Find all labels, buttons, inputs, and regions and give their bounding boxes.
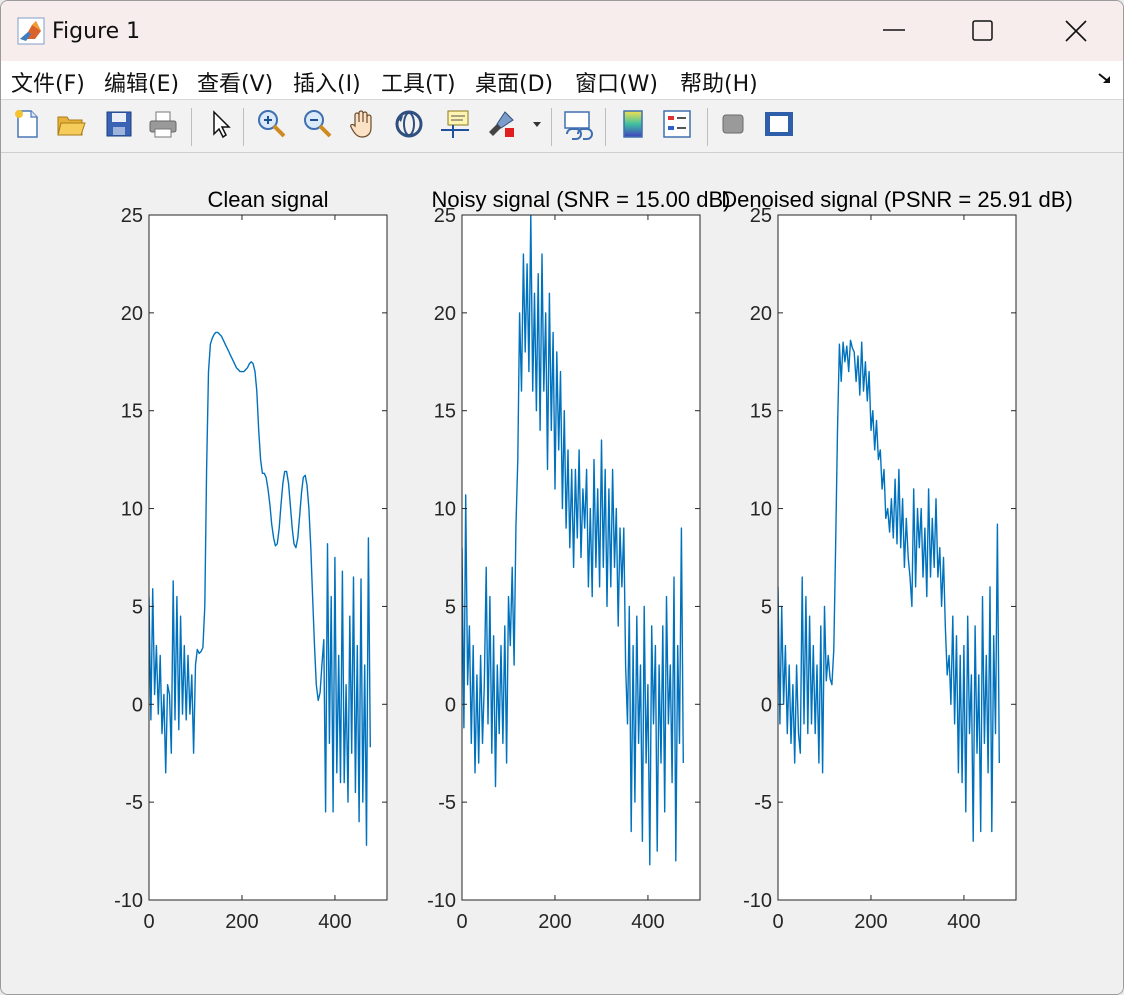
subplot-3: -10-505101520250 200 400 (743, 205, 1017, 933)
show-plot-tools-icon[interactable] (763, 108, 795, 140)
menu-desktop[interactable]: 桌面(D) (475, 66, 553, 98)
subplot-2: -10-505101520250 200 400 (427, 205, 701, 933)
y-tick-label: 20 (434, 303, 456, 325)
toolbar-separator (551, 108, 552, 146)
figure-toolbar (1, 100, 1123, 153)
y-tick-label: 15 (434, 401, 456, 423)
menu-tools[interactable]: 工具(T) (381, 66, 456, 98)
y-tick-label: -5 (438, 792, 456, 814)
print-icon[interactable] (147, 108, 179, 140)
y-tick-label: 10 (434, 499, 456, 521)
x-tick-label: 0 (143, 911, 154, 933)
y-tick-label: 5 (445, 596, 456, 618)
minimize-button[interactable] (871, 9, 917, 53)
y-tick-label: -5 (754, 792, 772, 814)
y-tick-label: 10 (121, 499, 143, 521)
y-tick-label: 20 (121, 303, 143, 325)
y-tick-label: 0 (132, 694, 143, 716)
y-tick-label: 15 (750, 401, 772, 423)
menu-insert[interactable]: 插入(I) (293, 66, 361, 98)
toolbar-separator (707, 108, 708, 146)
x-tick-label: 400 (947, 911, 980, 933)
y-tick-label: 15 (121, 401, 143, 423)
y-tick-label: 10 (750, 499, 772, 521)
pan-hand-icon[interactable] (347, 108, 379, 140)
y-tick-label: 5 (132, 596, 143, 618)
close-button[interactable] (1053, 9, 1099, 53)
colorbar-icon[interactable] (617, 108, 649, 140)
y-tick-label: -10 (427, 890, 456, 912)
title-bar: Figure 1 (1, 1, 1123, 61)
axes-background (149, 215, 387, 900)
x-tick-label: 400 (631, 911, 664, 933)
y-tick-label: -10 (114, 890, 143, 912)
matlab-logo-icon (17, 17, 45, 45)
subplot-title: Clean signal (207, 187, 328, 212)
x-tick-label: 400 (318, 911, 351, 933)
y-tick-label: -10 (743, 890, 772, 912)
menu-view[interactable]: 查看(V) (197, 66, 273, 98)
x-tick-label: 200 (538, 911, 571, 933)
subplot-title: Noisy signal (SNR = 15.00 dB) (432, 187, 731, 212)
x-tick-label: 0 (772, 911, 783, 933)
menu-window[interactable]: 窗口(W) (575, 66, 658, 98)
y-tick-label: 5 (761, 596, 772, 618)
new-figure-icon[interactable] (11, 108, 43, 140)
y-tick-label: 25 (121, 205, 143, 227)
y-tick-label: 0 (445, 694, 456, 716)
menu-bar: 文件(F) 编辑(E) 查看(V) 插入(I) 工具(T) 桌面(D) 窗口(W… (1, 61, 1123, 100)
subplot-title: Denoised signal (PSNR = 25.91 dB) (721, 187, 1073, 212)
save-icon[interactable] (103, 108, 135, 140)
zoom-out-icon[interactable] (301, 108, 333, 140)
toolbar-separator (191, 108, 192, 146)
x-tick-label: 200 (225, 911, 258, 933)
y-tick-label: 0 (761, 694, 772, 716)
x-tick-label: 0 (456, 911, 467, 933)
hide-plot-tools-icon[interactable] (717, 108, 749, 140)
pointer-icon[interactable] (205, 108, 237, 140)
toolbar-separator (605, 108, 606, 146)
window-title: Figure 1 (52, 19, 141, 44)
maximize-button[interactable] (959, 9, 1005, 53)
y-tick-label: -5 (125, 792, 143, 814)
x-tick-label: 200 (854, 911, 887, 933)
link-plot-icon[interactable] (561, 108, 593, 140)
zoom-in-icon[interactable] (255, 108, 287, 140)
subplots: -10-505101520250 200 400-10-505101520250 20… (114, 187, 1073, 933)
legend-icon[interactable] (661, 108, 693, 140)
menu-file[interactable]: 文件(F) (11, 66, 85, 98)
brush-dropdown-arrow-icon[interactable] (527, 108, 547, 140)
toolbar-separator (243, 108, 244, 146)
subplot-1: -10 -5 0 5 10 15 20 25 0 200 400 (114, 205, 388, 933)
menu-edit[interactable]: 编辑(E) (104, 66, 179, 98)
menu-overflow-arrow-icon[interactable] (1097, 71, 1113, 87)
data-cursor-icon[interactable] (439, 108, 471, 140)
brush-icon[interactable] (485, 108, 517, 140)
menu-help[interactable]: 帮助(H) (680, 66, 758, 98)
rotate-3d-icon[interactable] (393, 108, 425, 140)
y-tick-label: 20 (750, 303, 772, 325)
open-folder-icon[interactable] (55, 108, 87, 140)
